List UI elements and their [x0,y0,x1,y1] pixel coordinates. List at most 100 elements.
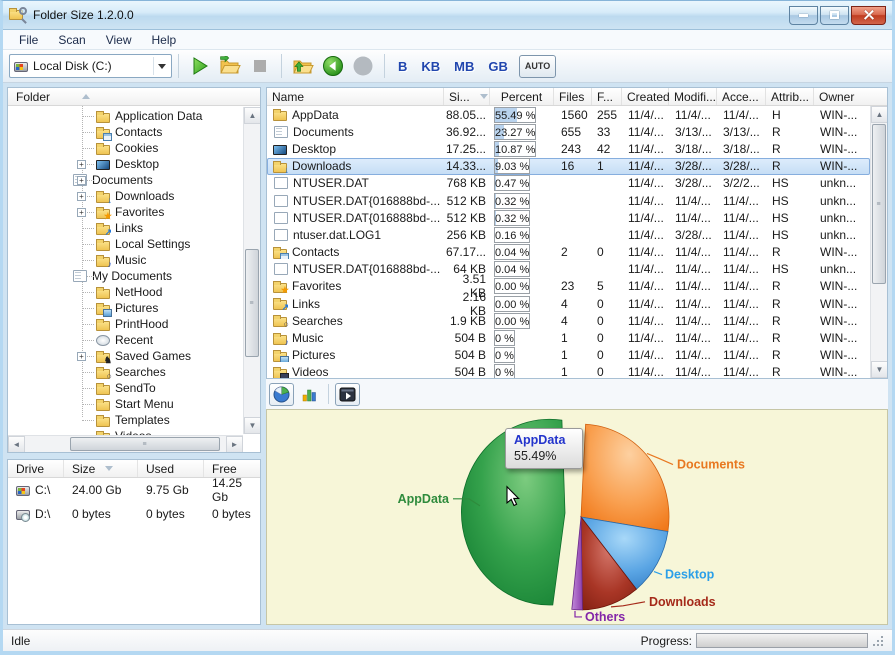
expand-plus-icon[interactable]: + [77,208,86,217]
owner-cell: unkn... [815,211,869,225]
file-row-downloads[interactable]: Downloads14.33...9.03 %16111/4/...3/28/.… [267,158,870,175]
pie-slice-documents[interactable] [581,424,669,531]
tree-item-music[interactable]: Music [8,252,243,268]
tree-item-application-data[interactable]: Application Data [8,108,243,124]
scroll-down-icon[interactable]: ▼ [871,361,888,378]
created-col-header[interactable]: Created [622,88,669,105]
drive-selector-dropdown[interactable]: Local Disk (C:) [9,54,172,78]
tree-item-recent[interactable]: Recent [8,332,243,348]
files-col-header[interactable]: Files [554,88,592,105]
unit-mb-button[interactable]: MB [447,59,481,74]
folders-col-header[interactable]: F... [592,88,622,105]
tree-item-links[interactable]: Links [8,220,243,236]
expand-plus-icon[interactable]: + [77,176,86,185]
menu-file[interactable]: File [9,31,48,49]
maximize-button[interactable] [820,6,849,25]
used-col-header[interactable]: Used [138,460,204,477]
tree-item-label: Local Settings [115,237,190,251]
file-row-contacts[interactable]: Contacts67.17...0.04 %2011/4/...11/4/...… [267,244,870,261]
tree-item-documents[interactable]: +Documents [8,172,243,188]
file-row-ntuser-dat[interactable]: NTUSER.DAT768 KB0.47 %11/4/...3/28/...3/… [267,175,870,192]
tree-item-templates[interactable]: Templates [8,412,243,428]
minimize-button[interactable] [789,6,818,25]
file-row-ntuser-dat-016888bd[interactable]: NTUSER.DAT{016888bd-...512 KB0.32 %11/4/… [267,209,870,226]
tree-hscroll-thumb[interactable]: ≡ [70,437,220,451]
name-col-header[interactable]: Name [267,88,444,105]
close-button[interactable] [851,6,886,25]
scan-start-button[interactable] [185,52,215,80]
file-row-music[interactable]: Music504 B0 %1011/4/...11/4/...11/4/...R… [267,329,870,346]
file-row-ntuser-dat-016888bd[interactable]: NTUSER.DAT{016888bd-...64 KB0.04 %11/4/.… [267,261,870,278]
unit-bytes-button[interactable]: B [391,59,414,74]
back-button[interactable] [318,52,348,80]
free-col-header[interactable]: Free [204,460,260,477]
resize-grip[interactable] [872,635,884,647]
menu-help[interactable]: Help [142,31,187,49]
tree-item-my-documents[interactable]: My Documents [8,268,243,284]
modified-col-header[interactable]: Modifi... [669,88,717,105]
bar-chart-button[interactable] [297,383,322,406]
file-row-ntuser-dat-016888bd[interactable]: NTUSER.DAT{016888bd-...512 KB0.32 %11/4/… [267,192,870,209]
scroll-right-icon[interactable]: ► [226,436,243,453]
menu-scan[interactable]: Scan [48,31,95,49]
unit-kb-button[interactable]: KB [414,59,447,74]
tree-line [82,244,94,245]
tree-item-searches[interactable]: Searches [8,364,243,380]
percent-col-header[interactable]: Percent [490,88,554,105]
tree-item-videos[interactable]: Videos [8,428,243,435]
size-cell: 24.00 Gb [64,483,138,497]
file-row-favorites[interactable]: Favorites3.51 KB0.00 %23511/4/...11/4/..… [267,278,870,295]
file-row-links[interactable]: Links2.16 KB0.00 %4011/4/...11/4/...11/4… [267,295,870,312]
tree-item-favorites[interactable]: +Favorites [8,204,243,220]
tree-item-printhood[interactable]: PrintHood [8,316,243,332]
scroll-left-icon[interactable]: ◄ [8,436,25,453]
tree-item-saved-games[interactable]: +Saved Games [8,348,243,364]
expand-plus-icon[interactable]: + [77,192,86,201]
scroll-up-icon[interactable]: ▲ [871,106,888,123]
drive-row-c[interactable]: C:\24.00 Gb9.75 Gb14.25 Gb [8,478,260,502]
pie-chart-button[interactable] [269,383,294,406]
tree-item-desktop[interactable]: +Desktop [8,156,243,172]
file-list-scroll-thumb[interactable]: ≡ [872,124,886,284]
tree-item-local-settings[interactable]: Local Settings [8,236,243,252]
menu-view[interactable]: View [96,31,142,49]
file-row-appdata[interactable]: AppData88.05...55.49 %156025511/4/...11/… [267,106,870,123]
scan-stop-button[interactable] [245,52,275,80]
scan-folder-button[interactable] [215,52,245,80]
export-chart-button[interactable] [335,383,360,406]
owner-col-header[interactable]: Owner [814,88,870,105]
attributes-col-header[interactable]: Attrib... [766,88,814,105]
up-folder-button[interactable] [288,52,318,80]
hdd-icon [16,486,30,496]
unit-auto-toggle[interactable]: AUTO [519,55,556,78]
tree-item-start-menu[interactable]: Start Menu [8,396,243,412]
file-list-scrollbar[interactable]: ▲ ≡ ▼ [870,106,887,378]
unit-gb-button[interactable]: GB [481,59,515,74]
drive-col-header[interactable]: Drive [8,460,64,477]
file-row-documents[interactable]: Documents36.92...23.27 %6553311/4/...3/1… [267,123,870,140]
tree-vscroll-thumb[interactable]: ≡ [245,249,259,357]
pie-slice-others[interactable] [572,517,583,610]
tree-item-downloads[interactable]: +Downloads [8,188,243,204]
size-col-header[interactable]: Si... [444,88,490,105]
file-row-searches[interactable]: Searches1.9 KB0.00 %4011/4/...11/4/...11… [267,312,870,329]
scroll-down-icon[interactable]: ▼ [244,417,261,434]
file-row-videos[interactable]: Videos504 B0 %1011/4/...11/4/...11/4/...… [267,364,870,378]
scroll-up-icon[interactable]: ▲ [244,107,261,124]
file-row-pictures[interactable]: Pictures504 B0 %1011/4/...11/4/...11/4/.… [267,347,870,364]
file-row-ntuser-dat-log1[interactable]: ntuser.dat.LOG1256 KB0.16 %11/4/...3/28/… [267,226,870,243]
tree-horizontal-scrollbar[interactable]: ◄ ≡ ► [8,435,243,452]
tree-item-sendto[interactable]: SendTo [8,380,243,396]
expand-plus-icon[interactable]: + [77,160,86,169]
accessed-col-header[interactable]: Acce... [717,88,766,105]
tree-item-nethood[interactable]: NetHood [8,284,243,300]
expand-plus-icon[interactable]: + [77,352,86,361]
folder-tree-header[interactable]: Folder [8,88,260,106]
size-col-header[interactable]: Size [64,460,138,477]
tree-vertical-scrollbar[interactable]: ▲ ≡ ▼ [243,107,260,434]
tree-item-cookies[interactable]: Cookies [8,140,243,156]
tree-item-pictures[interactable]: Pictures [8,300,243,316]
tree-item-contacts[interactable]: Contacts [8,124,243,140]
drive-row-d[interactable]: D:\0 bytes0 bytes0 bytes [8,502,260,526]
file-row-desktop[interactable]: Desktop17.25...10.87 %2434211/4/...3/18/… [267,140,870,157]
